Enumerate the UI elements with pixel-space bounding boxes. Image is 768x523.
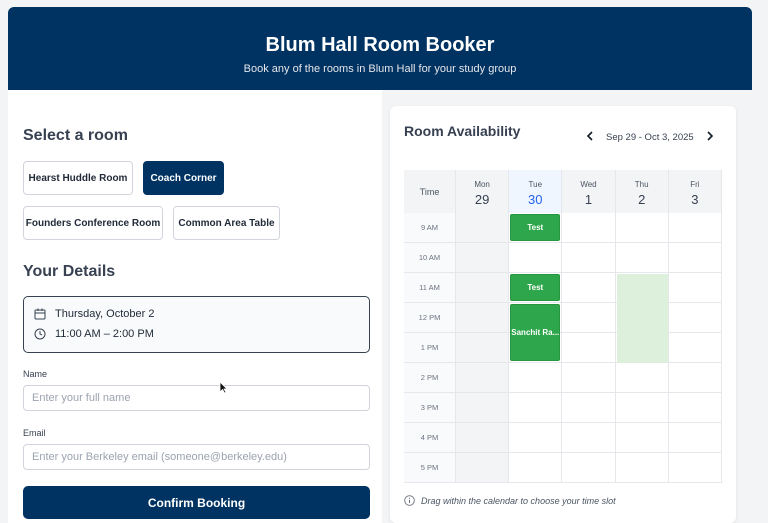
day-header-weekday: Tue <box>528 180 543 189</box>
availability-title: Room Availability <box>404 123 521 139</box>
time-slot[interactable] <box>615 213 669 243</box>
booking-event[interactable]: Test <box>510 214 561 241</box>
time-slot[interactable] <box>668 363 722 393</box>
time-slot[interactable] <box>509 453 563 483</box>
day-header-weekday: Wed <box>580 180 597 189</box>
time-slot[interactable] <box>562 213 616 243</box>
room-hearst-huddle-button[interactable]: Hearst Huddle Room <box>23 161 133 195</box>
availability-panel: Room Availability Sep 29 - Oct 3, 2025 T… <box>390 106 736 523</box>
day-header-wed: Wed 1 <box>562 170 616 213</box>
room-common-area-button[interactable]: Common Area Table <box>173 206 280 240</box>
time-label: 3 PM <box>404 393 456 423</box>
booking-panel: Select a room Hearst Huddle Room Coach C… <box>8 90 382 523</box>
chevron-right-icon[interactable] <box>706 130 714 142</box>
time-slot <box>456 393 510 423</box>
time-slot[interactable] <box>509 243 563 273</box>
time-slot[interactable] <box>615 393 669 423</box>
time-label: 4 PM <box>404 423 456 453</box>
app-header: Blum Hall Room Booker Book any of the ro… <box>8 7 752 90</box>
name-label: Name <box>23 369 48 379</box>
time-slot[interactable] <box>668 423 722 453</box>
time-label: 1 PM <box>404 333 456 363</box>
summary-date-row: Thursday, October 2 <box>34 308 154 320</box>
time-slot[interactable] <box>615 243 669 273</box>
app-subtitle: Book any of the rooms in Blum Hall for y… <box>243 63 517 75</box>
time-label: 12 PM <box>404 303 456 333</box>
time-slot[interactable] <box>562 393 616 423</box>
summary-date: Thursday, October 2 <box>55 308 155 320</box>
time-slot[interactable] <box>668 453 722 483</box>
select-room-heading: Select a room <box>23 127 128 144</box>
day-header-fri: Fri 3 <box>668 170 722 213</box>
room-coach-corner-button[interactable]: Coach Corner <box>143 161 224 195</box>
week-range: Sep 29 - Oct 3, 2025 <box>606 132 694 143</box>
drag-hint-text: Drag within the calendar to choose your … <box>421 495 616 506</box>
summary-time: 11:00 AM – 2:00 PM <box>55 328 154 340</box>
time-slot <box>456 243 510 273</box>
day-header-weekday: Mon <box>474 180 490 189</box>
chevron-left-icon[interactable] <box>586 130 594 142</box>
time-slot[interactable] <box>562 273 616 303</box>
time-slot[interactable] <box>668 273 722 303</box>
time-column-header: Time <box>404 170 456 213</box>
drag-hint: Drag within the calendar to choose your … <box>404 495 616 506</box>
calendar-icon <box>34 308 46 320</box>
info-icon <box>404 495 415 506</box>
day-header-date: 30 <box>528 192 543 207</box>
time-label: 9 AM <box>404 213 456 243</box>
day-header-date: 2 <box>638 192 646 207</box>
availability-calendar[interactable]: Time Mon 29 Tue 30 Wed 1 Thu 2 Fri 3 9 AM 10 AM 11 A… <box>404 170 722 485</box>
email-label: Email <box>23 428 46 438</box>
time-slot[interactable] <box>615 363 669 393</box>
time-slot <box>456 303 510 333</box>
selected-time-range[interactable] <box>616 274 668 363</box>
booking-summary: Thursday, October 2 11:00 AM – 2:00 PM <box>23 296 370 353</box>
time-label: 5 PM <box>404 453 456 483</box>
time-slot[interactable] <box>562 453 616 483</box>
time-slot[interactable] <box>615 453 669 483</box>
time-slot[interactable] <box>562 333 616 363</box>
day-header-thu: Thu 2 <box>615 170 669 213</box>
time-slot[interactable] <box>562 363 616 393</box>
booking-event[interactable]: Sanchit Ra... <box>510 304 561 361</box>
booking-event[interactable]: Test <box>510 274 561 301</box>
room-founders-conference-button[interactable]: Founders Conference Room <box>23 206 163 240</box>
clock-icon <box>34 328 46 340</box>
time-slot[interactable] <box>509 363 563 393</box>
time-slot <box>456 363 510 393</box>
time-label: 11 AM <box>404 273 456 303</box>
day-header-weekday: Fri <box>690 180 700 189</box>
time-slot[interactable] <box>668 393 722 423</box>
time-slot <box>456 453 510 483</box>
email-input[interactable]: Enter your Berkeley email (someone@berke… <box>23 444 370 470</box>
day-header-mon: Mon 29 <box>456 170 510 213</box>
name-input[interactable]: Enter your full name <box>23 385 370 411</box>
time-slot[interactable] <box>509 423 563 453</box>
day-header-tue: Tue 30 <box>509 170 563 213</box>
your-details-heading: Your Details <box>23 263 116 280</box>
confirm-booking-button[interactable]: Confirm Booking <box>23 486 370 519</box>
time-label: 10 AM <box>404 243 456 273</box>
app-title: Blum Hall Room Booker <box>265 34 495 56</box>
day-header-weekday: Thu <box>634 180 649 189</box>
mouse-cursor-icon <box>219 381 228 394</box>
time-slot[interactable] <box>509 393 563 423</box>
time-slot[interactable] <box>668 333 722 363</box>
time-slot[interactable] <box>562 303 616 333</box>
time-slot <box>456 333 510 363</box>
day-header-date: 3 <box>691 192 699 207</box>
time-slot <box>456 273 510 303</box>
time-slot <box>456 213 510 243</box>
time-slot[interactable] <box>615 423 669 453</box>
day-header-date: 29 <box>474 192 490 207</box>
day-header-date: 1 <box>584 192 593 207</box>
time-label: 2 PM <box>404 363 456 393</box>
time-slot[interactable] <box>562 243 616 273</box>
summary-time-row: 11:00 AM – 2:00 PM <box>34 328 154 340</box>
time-slot[interactable] <box>668 303 722 333</box>
time-slot <box>456 423 510 453</box>
time-slot[interactable] <box>668 213 722 243</box>
time-slot[interactable] <box>562 423 616 453</box>
time-slot[interactable] <box>668 243 722 273</box>
